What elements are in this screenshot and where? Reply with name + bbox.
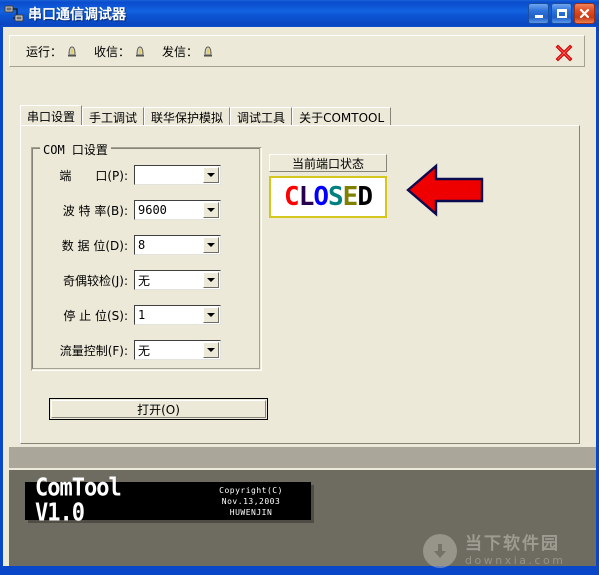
tab-debug-tools[interactable]: 调试工具 xyxy=(230,107,293,126)
minimize-button[interactable] xyxy=(528,3,549,24)
site-watermark: 当下软件园 downxia.com xyxy=(423,527,583,575)
port-status-header: 当前端口状态 xyxy=(269,154,387,172)
toolbar-item-receive: 收信： xyxy=(94,43,148,60)
com-settings-group: COM 口设置 端 口(P): 波 特 率(B): 9600 数 据 位(D):… xyxy=(31,141,262,371)
flowcontrol-value: 无 xyxy=(138,343,151,358)
lamp-icon xyxy=(200,43,216,59)
tab-lianhua-simulation[interactable]: 联华保护模拟 xyxy=(144,107,231,126)
field-label-databits: 数 据 位(D): xyxy=(61,238,128,253)
lamp-icon xyxy=(64,43,80,59)
status-toolbar: 运行： 收信： 发信： xyxy=(9,35,585,67)
status-letter-c: C xyxy=(284,182,300,212)
close-button[interactable] xyxy=(574,3,595,24)
tab-strip: 串口设置 手工调试 联华保护模拟 调试工具 关于COMTOOL xyxy=(20,105,580,126)
toolbar-item-send: 发信： xyxy=(162,43,216,60)
stopbits-combo[interactable]: 1 xyxy=(134,305,221,325)
tab-com-settings[interactable]: 串口设置 xyxy=(20,105,83,126)
app-logo-banner: ComTool V1.0 Copyright(C) Nov.13,2003 HU… xyxy=(25,475,311,526)
red-left-arrow-icon xyxy=(406,162,486,218)
field-row-parity: 奇偶较检(J): 无 xyxy=(31,270,221,290)
application-window: 串口通信调试器 运行： 收信： 发信： 串口设置 手工调试 联华保护模拟 调试工… xyxy=(0,0,599,569)
tab-manual-debug[interactable]: 手工调试 xyxy=(82,107,145,126)
maximize-button[interactable] xyxy=(551,3,572,24)
chevron-down-icon[interactable] xyxy=(203,272,219,288)
tab-page-com-settings: COM 口设置 端 口(P): 波 特 率(B): 9600 数 据 位(D):… xyxy=(20,125,580,444)
databits-value: 8 xyxy=(138,238,146,252)
author-line: HUWENJIN xyxy=(229,507,273,517)
maximize-icon xyxy=(556,9,567,18)
toolbar-label-receive: 收信： xyxy=(94,44,131,59)
download-arrow-icon xyxy=(423,534,457,568)
window-title: 串口通信调试器 xyxy=(28,6,126,23)
watermark-name: 当下软件园 xyxy=(465,534,560,554)
open-port-button[interactable]: 打开(O) xyxy=(49,398,268,420)
field-row-baudrate: 波 特 率(B): 9600 xyxy=(31,200,221,220)
serial-port-icon xyxy=(4,5,24,23)
tab-label: 调试工具 xyxy=(237,111,286,125)
group-title: COM 口设置 xyxy=(40,141,111,158)
field-label-flowcontrol: 流量控制(F): xyxy=(59,343,128,358)
chevron-down-icon[interactable] xyxy=(203,237,219,253)
title-bar: 串口通信调试器 xyxy=(0,0,599,27)
chevron-down-icon[interactable] xyxy=(203,342,219,358)
client-area: 运行： 收信： 发信： 串口设置 手工调试 联华保护模拟 调试工具 关于COMT… xyxy=(3,27,596,568)
tab-label: 串口设置 xyxy=(27,110,76,124)
chevron-down-icon[interactable] xyxy=(203,167,219,183)
window-controls xyxy=(528,3,595,24)
watermark-site: downxia.com xyxy=(465,554,566,567)
minimize-icon xyxy=(534,15,543,18)
chevron-down-icon[interactable] xyxy=(203,202,219,218)
field-label-port: 端 口(P): xyxy=(59,168,128,183)
field-label-stopbits: 停 止 位(S): xyxy=(63,308,128,323)
status-letter-o: O xyxy=(313,182,329,212)
flowcontrol-combo[interactable]: 无 xyxy=(134,340,221,360)
port-status-value: CLOSED xyxy=(284,182,373,212)
status-letter-e: E xyxy=(342,182,359,212)
baudrate-value: 9600 xyxy=(138,203,167,217)
lamp-icon xyxy=(132,43,148,59)
parity-combo[interactable]: 无 xyxy=(134,270,221,290)
app-logo-text: ComTool V1.0 xyxy=(35,473,122,528)
separator-band xyxy=(9,447,596,468)
stopbits-value: 1 xyxy=(138,308,146,322)
exit-button[interactable] xyxy=(554,43,574,63)
tab-label: 联华保护模拟 xyxy=(151,111,224,125)
baudrate-combo[interactable]: 9600 xyxy=(134,200,221,220)
chevron-down-icon[interactable] xyxy=(203,307,219,323)
copyright-line: Copyright(C) Nov.13,2003 xyxy=(219,485,283,506)
tab-label: 手工调试 xyxy=(89,111,138,125)
port-combo[interactable] xyxy=(134,165,221,185)
databits-combo[interactable]: 8 xyxy=(134,235,221,255)
copyright-block: Copyright(C) Nov.13,2003 HUWENJIN xyxy=(191,485,311,518)
toolbar-label-send: 发信： xyxy=(162,44,199,59)
port-status-box: CLOSED xyxy=(269,176,387,218)
tab-about-comtool[interactable]: 关于COMTOOL xyxy=(292,107,392,126)
status-letter-s: S xyxy=(328,182,344,212)
toolbar-item-run: 运行： xyxy=(26,43,80,60)
red-x-icon xyxy=(555,44,573,62)
tab-label: 关于COMTOOL xyxy=(299,111,385,125)
status-letter-l: L xyxy=(298,182,315,212)
parity-value: 无 xyxy=(138,273,151,288)
status-letter-d: D xyxy=(357,182,373,212)
field-label-parity: 奇偶较检(J): xyxy=(63,273,128,288)
field-row-flowcontrol: 流量控制(F): 无 xyxy=(31,340,221,360)
field-label-baudrate: 波 特 率(B): xyxy=(62,203,128,218)
field-row-port: 端 口(P): xyxy=(31,165,221,185)
close-icon xyxy=(579,8,590,19)
port-status-header-label: 当前端口状态 xyxy=(291,156,364,171)
field-row-stopbits: 停 止 位(S): 1 xyxy=(31,305,221,325)
toolbar-label-run: 运行： xyxy=(26,44,63,59)
field-row-databits: 数 据 位(D): 8 xyxy=(31,235,221,255)
